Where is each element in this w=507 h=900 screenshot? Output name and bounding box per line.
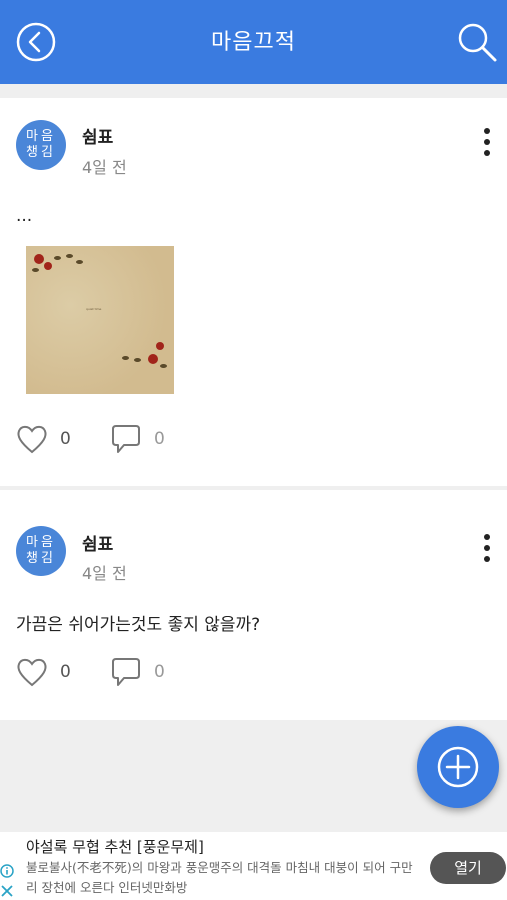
new-post-fab[interactable] [417, 726, 499, 808]
post-card[interactable]: 마음챙김 쉼표 4일 전 ... quiet time 0 0 [0, 98, 507, 486]
more-vertical-icon [484, 534, 490, 540]
search-icon [458, 23, 497, 62]
like-count: 0 [60, 429, 71, 449]
search-button[interactable] [455, 20, 499, 64]
ad-description[interactable]: 불로불사(不老不死)의 마왕과 풍운맹주의 대격돌 마침내 대붕이 되어 구만리… [26, 858, 424, 898]
avatar-label: 마음챙김 [26, 129, 56, 160]
plus-circle-icon [437, 746, 479, 788]
comment-count: 0 [154, 429, 165, 449]
post-image[interactable]: quiet time [26, 246, 174, 394]
ad-open-button[interactable]: 열기 [430, 852, 506, 884]
like-count: 0 [60, 662, 71, 682]
speech-bubble-icon [112, 425, 140, 453]
post-author[interactable]: 쉼표 [82, 530, 113, 555]
heart-outline-icon [17, 658, 47, 687]
post-card[interactable]: 마음챙김 쉼표 4일 전 가끔은 쉬어가는것도 좋지 않을까? 0 0 [0, 490, 507, 720]
info-icon[interactable] [0, 864, 14, 878]
comment-button[interactable]: 0 [110, 423, 165, 455]
more-vertical-icon [484, 128, 490, 134]
post-time: 4일 전 [82, 158, 127, 177]
avatar[interactable]: 마음챙김 [16, 526, 66, 576]
like-button[interactable]: 0 [16, 424, 71, 454]
close-icon[interactable] [0, 884, 14, 898]
post-content: ... [16, 206, 33, 226]
more-options-button[interactable] [477, 125, 497, 161]
heart-outline-icon [17, 425, 47, 454]
speech-bubble-icon [112, 658, 140, 686]
comment-count: 0 [154, 662, 165, 682]
post-author[interactable]: 쉼표 [82, 123, 113, 148]
ad-title[interactable]: 야설록 무협 추천 [풍운무제] [26, 836, 204, 857]
avatar-label: 마음챙김 [26, 535, 56, 566]
image-caption: quiet time [86, 307, 102, 311]
comment-button[interactable]: 0 [110, 656, 165, 688]
top-app-bar: 마음끄적 [0, 0, 507, 84]
ad-banner[interactable]: 야설록 무협 추천 [풍운무제] 불로불사(不老不死)의 마왕과 풍운맹주의 대… [0, 832, 507, 900]
page-title: 마음끄적 [211, 30, 296, 55]
like-button[interactable]: 0 [16, 657, 71, 687]
post-content: 가끔은 쉬어가는것도 좋지 않을까? [16, 615, 261, 635]
post-time: 4일 전 [82, 564, 127, 583]
more-options-button[interactable] [477, 531, 497, 567]
avatar[interactable]: 마음챙김 [16, 120, 66, 170]
